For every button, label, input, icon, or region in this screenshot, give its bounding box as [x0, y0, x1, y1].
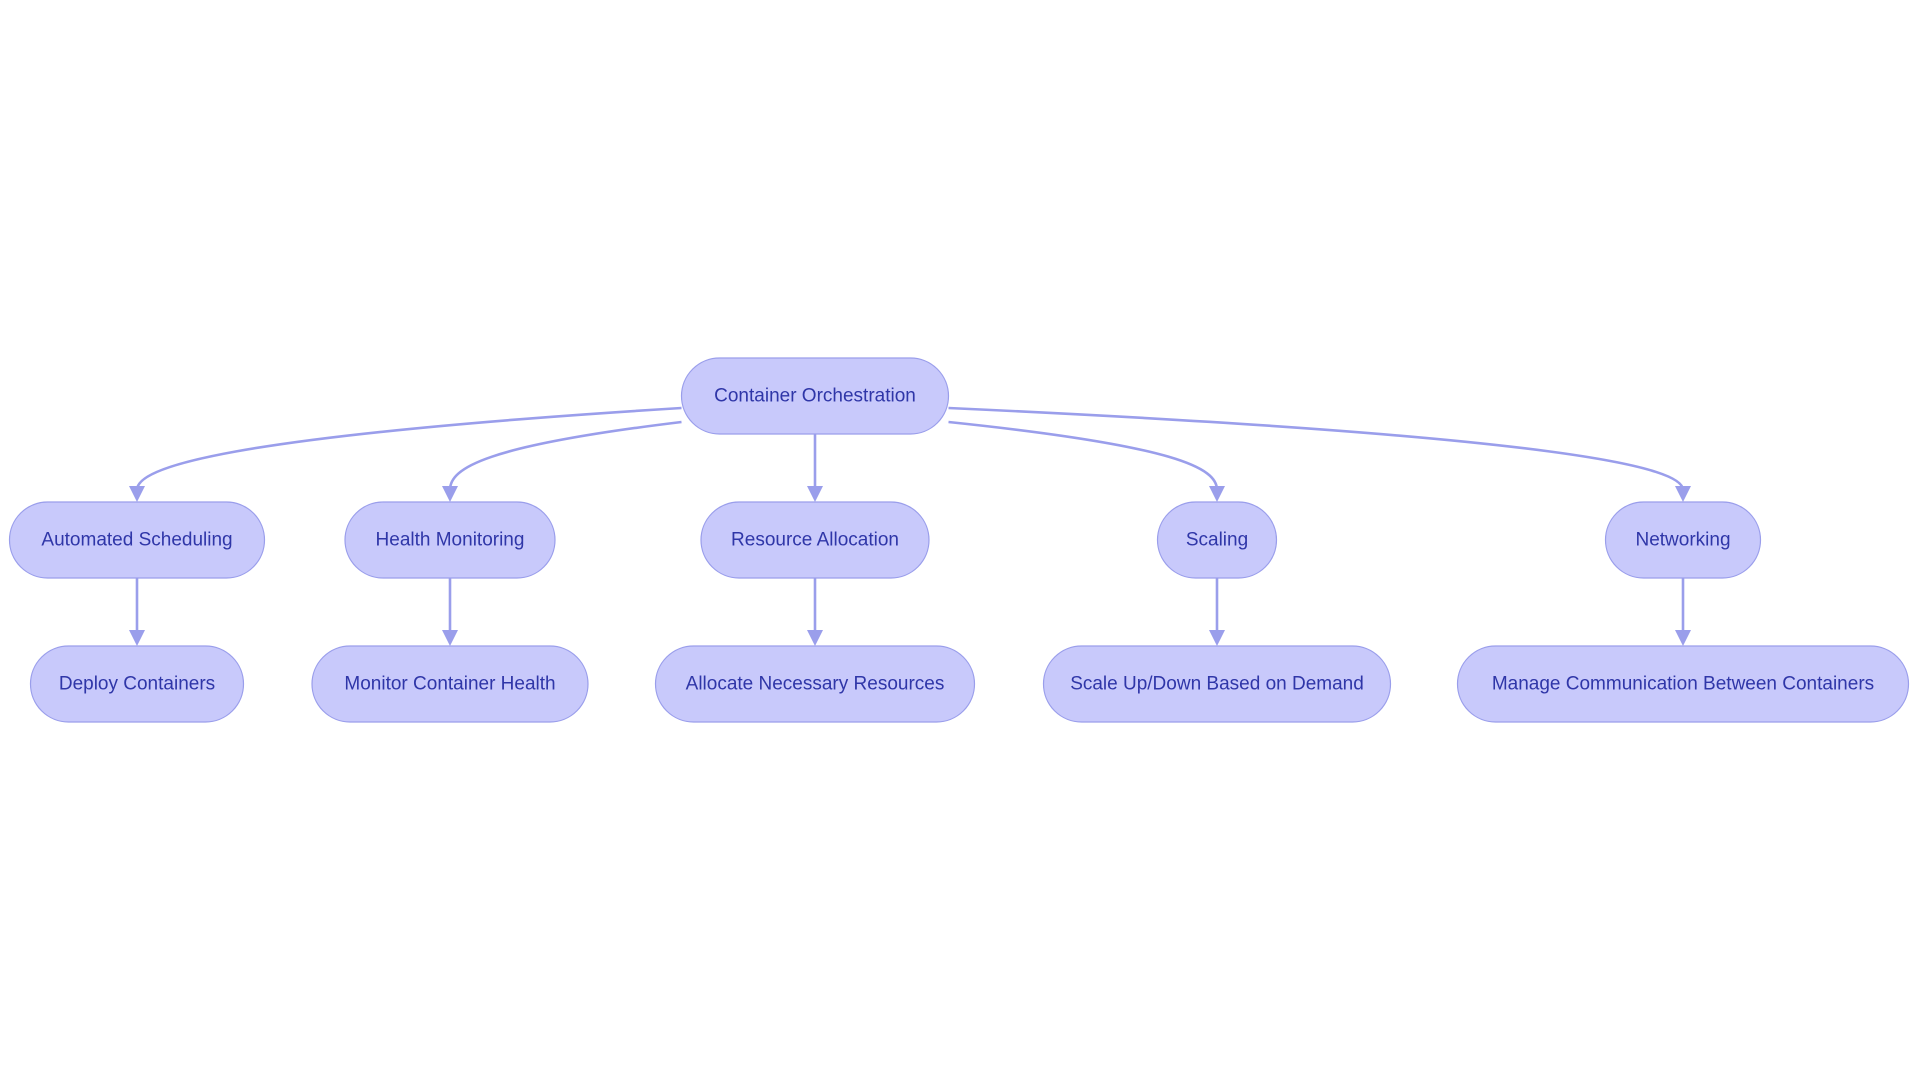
node-scaling[interactable]: Scaling [1156, 501, 1278, 579]
edge-root-to-scaling [948, 420, 1219, 491]
node-label: Container Orchestration [714, 386, 916, 407]
arrowhead-icon [807, 486, 823, 502]
node-label: Networking [1635, 530, 1730, 551]
arrowhead-icon [807, 630, 823, 646]
node-monitor-container-health[interactable]: Monitor Container Health [311, 645, 589, 723]
node-networking[interactable]: Networking [1604, 501, 1762, 579]
arrowhead-icon [129, 486, 145, 502]
node-label: Automated Scheduling [41, 530, 232, 551]
nodes-layer: Container Orchestration Automated Schedul… [8, 357, 1910, 723]
node-label: Allocate Necessary Resources [686, 674, 945, 695]
node-label: Manage Communication Between Containers [1492, 674, 1874, 695]
edge-root-to-sched [135, 406, 682, 491]
edge-root-to-health [448, 420, 682, 491]
arrowhead-icon [129, 630, 145, 646]
node-label: Scale Up/Down Based on Demand [1070, 674, 1364, 695]
node-manage-communication-between-containers[interactable]: Manage Communication Between Containers [1456, 645, 1910, 723]
node-label: Deploy Containers [59, 674, 215, 695]
node-automated-scheduling[interactable]: Automated Scheduling [8, 501, 266, 579]
node-allocate-necessary-resources[interactable]: Allocate Necessary Resources [654, 645, 976, 723]
node-health-monitoring[interactable]: Health Monitoring [344, 501, 556, 579]
node-label: Scaling [1186, 530, 1248, 551]
node-deploy-containers[interactable]: Deploy Containers [29, 645, 245, 723]
arrowhead-icon [1675, 630, 1691, 646]
arrowhead-icon [1675, 486, 1691, 502]
node-scale-up-down-based-on-demand[interactable]: Scale Up/Down Based on Demand [1042, 645, 1392, 723]
arrowhead-icon [442, 486, 458, 502]
node-label: Monitor Container Health [344, 674, 555, 695]
node-container-orchestration[interactable]: Container Orchestration [680, 357, 950, 435]
flowchart-diagram: Container Orchestration Automated Schedul… [8, 357, 1910, 723]
node-label: Health Monitoring [376, 530, 525, 551]
arrowhead-icon [1209, 630, 1225, 646]
edge-root-to-network [948, 406, 1685, 491]
node-resource-allocation[interactable]: Resource Allocation [700, 501, 930, 579]
arrowhead-icon [442, 630, 458, 646]
arrowhead-icon [1209, 486, 1225, 502]
node-label: Resource Allocation [731, 530, 899, 551]
